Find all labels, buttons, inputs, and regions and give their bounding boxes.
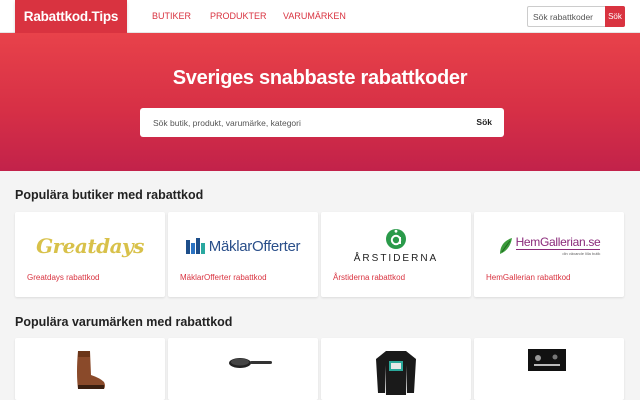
brand-card[interactable] bbox=[15, 338, 165, 400]
maklarofferter-logo: MäklarOfferter bbox=[168, 226, 318, 266]
brand-card[interactable] bbox=[474, 338, 624, 400]
arstiderna-logo: ÅRSTIDERNA bbox=[321, 226, 471, 266]
hero-search-box: Sök bbox=[140, 108, 504, 137]
hero-search-input[interactable] bbox=[140, 108, 460, 137]
arstiderna-logo-text: ÅRSTIDERNA bbox=[353, 253, 439, 264]
boot-icon bbox=[77, 351, 105, 389]
hero-banner: Sveriges snabbaste rabattkoder Sök bbox=[0, 33, 640, 171]
nav-search-button[interactable]: Sök bbox=[605, 6, 625, 27]
arstiderna-emblem-icon bbox=[386, 229, 406, 249]
hemgallerian-logo-subtext: din växande lilla butik bbox=[562, 251, 601, 256]
store-card-maklarofferter[interactable]: MäklarOfferter MäklarOfferter rabattkod bbox=[168, 212, 318, 297]
maklarofferter-m-icon bbox=[185, 238, 205, 254]
hero-title: Sveriges snabbaste rabattkoder bbox=[172, 67, 468, 89]
hemgallerian-logo: HemGallerian.se din växande lilla butik bbox=[474, 226, 624, 266]
top-navbar: Rabattkod.Tips BUTIKER PRODUKTER VARUMÄR… bbox=[0, 0, 640, 33]
brands-section-title: Populära varumärken med rabattkod bbox=[15, 315, 233, 329]
greatdays-logo-text: Greatdays bbox=[36, 234, 144, 258]
store-card-greatdays[interactable]: Greatdays Greatdays rabattkod bbox=[15, 212, 165, 297]
hemgallerian-logo-text: HemGallerian.se bbox=[515, 235, 601, 250]
nav-link-butiker[interactable]: BUTIKER bbox=[152, 0, 191, 33]
nav-search-input[interactable] bbox=[528, 7, 606, 26]
site-logo[interactable]: Rabattkod.Tips bbox=[15, 0, 127, 33]
stores-section-title: Populära butiker med rabattkod bbox=[15, 188, 204, 202]
store-link-maklarofferter[interactable]: MäklarOfferter rabattkod bbox=[180, 273, 267, 282]
hero-search-button[interactable]: Sök bbox=[476, 108, 492, 137]
hemgallerian-leaf-icon bbox=[499, 238, 512, 254]
frying-pan-icon bbox=[229, 358, 272, 368]
sweater-icon bbox=[376, 351, 416, 395]
store-card-hemgallerian[interactable]: HemGallerian.se din växande lilla butik … bbox=[474, 212, 624, 297]
store-link-hemgallerian[interactable]: HemGallerian rabattkod bbox=[486, 273, 570, 282]
nav-link-produkter[interactable]: PRODUKTER bbox=[210, 0, 267, 33]
store-link-arstiderna[interactable]: Årstiderna rabattkod bbox=[333, 273, 405, 282]
store-link-greatdays[interactable]: Greatdays rabattkod bbox=[27, 273, 99, 282]
brand-card[interactable] bbox=[321, 338, 471, 400]
greatdays-logo: Greatdays bbox=[15, 226, 165, 266]
nav-link-varumarken[interactable]: VARUMÄRKEN bbox=[283, 0, 346, 33]
brand-image-icon bbox=[528, 349, 566, 371]
brand-card[interactable] bbox=[168, 338, 318, 400]
store-card-arstiderna[interactable]: ÅRSTIDERNA Årstiderna rabattkod bbox=[321, 212, 471, 297]
nav-search-box: Sök bbox=[527, 6, 625, 27]
maklarofferter-logo-text: MäklarOfferter bbox=[208, 237, 301, 255]
